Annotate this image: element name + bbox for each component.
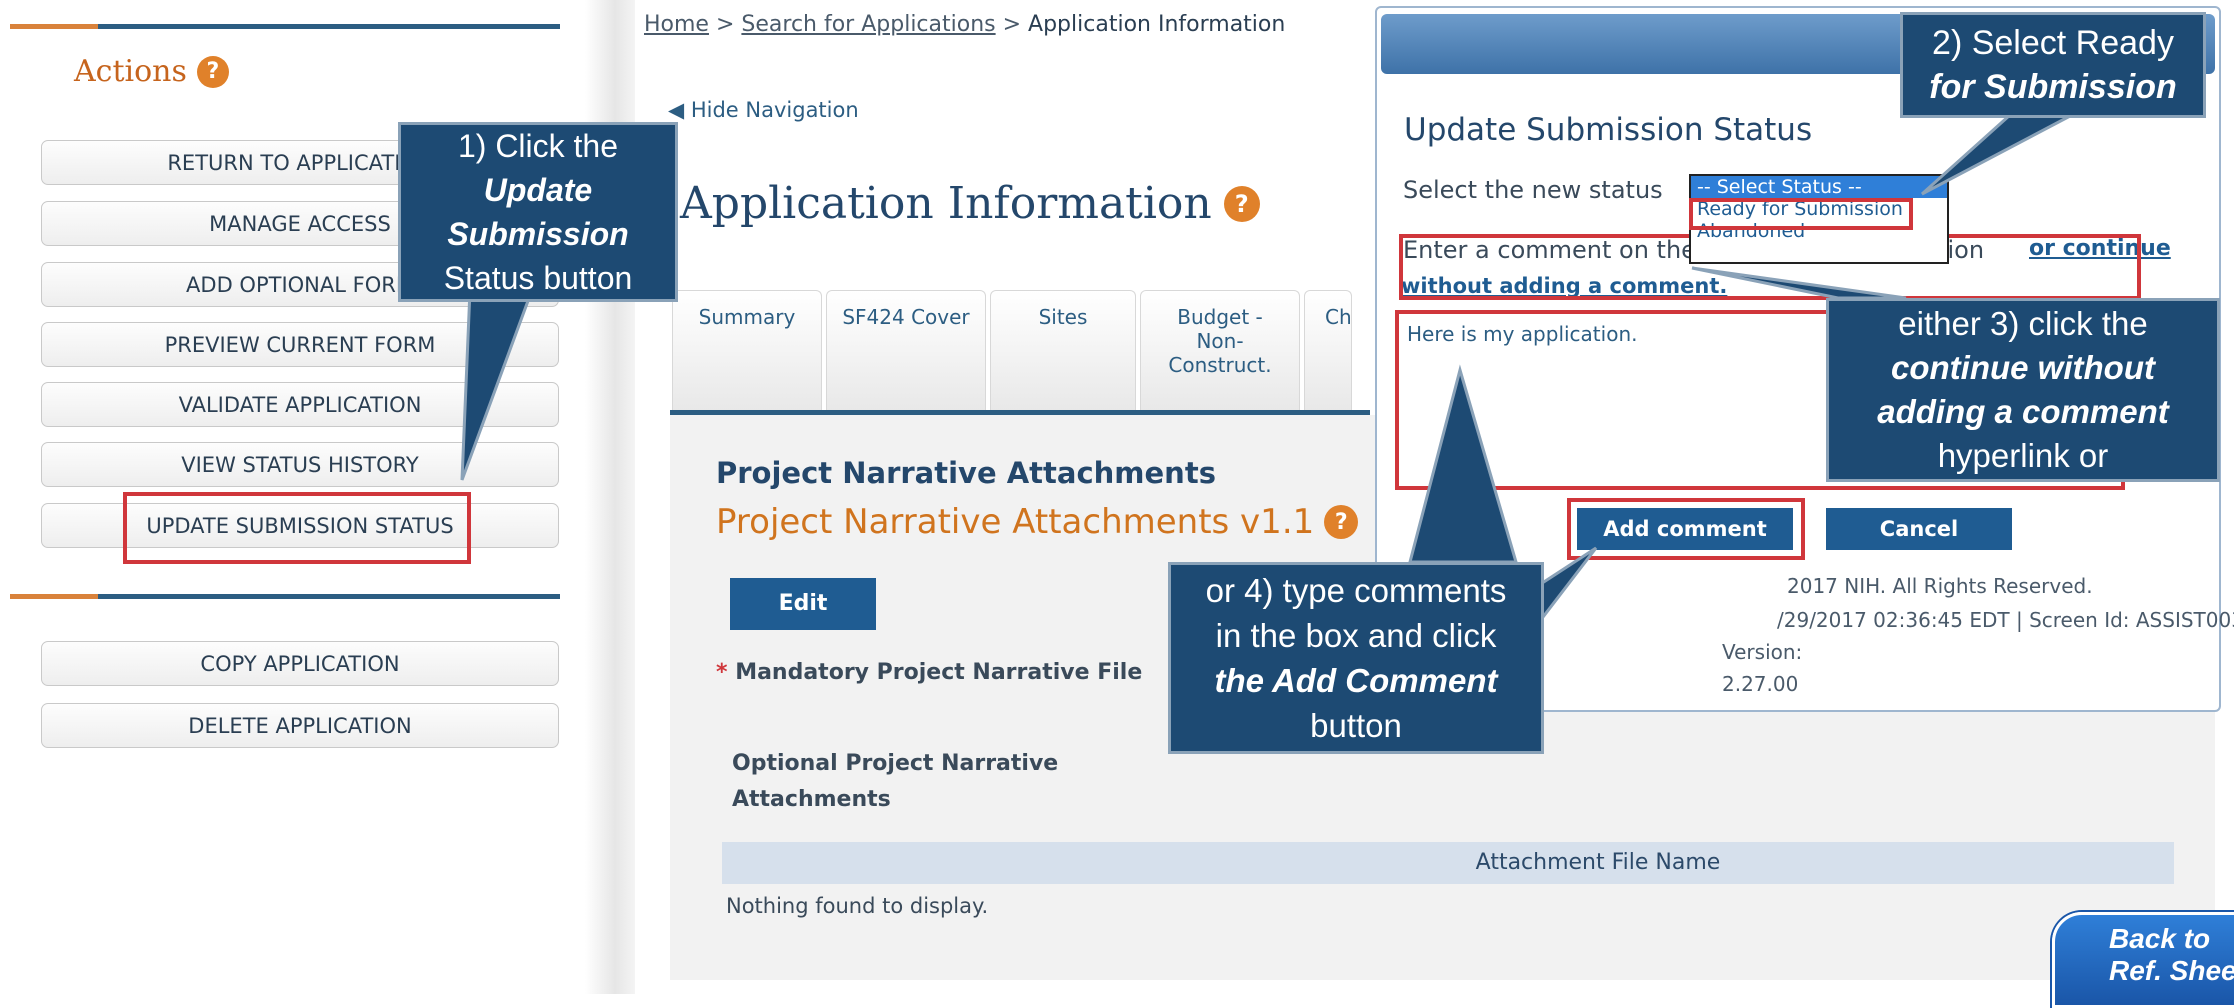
tab-budget-non-construct[interactable]: Budget - Non-Construct. [1140, 290, 1300, 412]
optional-label: Optional Project Narrative Attachments [732, 746, 1058, 818]
status-option-abandoned[interactable]: Abandoned [1691, 220, 1947, 242]
continue-without-comment-link[interactable]: or continue [2029, 236, 2171, 261]
mandatory-label: * Mandatory Project Narrative File [716, 660, 1142, 685]
copy-application-button[interactable]: COPY APPLICATION [41, 641, 559, 686]
footer-version-label: Version: [1722, 640, 1803, 664]
hide-navigation-label: Hide Navigation [690, 98, 859, 122]
caret-left-icon: ◀ [668, 98, 685, 122]
status-label: Select the new status [1403, 176, 1663, 204]
callout-line: continue without [1891, 349, 2155, 386]
optional-label-line2: Attachments [732, 787, 891, 812]
page-title-text: Application Information [680, 178, 1212, 229]
cancel-button[interactable]: Cancel [1826, 508, 2012, 550]
help-icon[interactable]: ? [1324, 505, 1359, 539]
actions-middle-rule [10, 594, 560, 599]
help-icon[interactable]: ? [1223, 185, 1260, 222]
callout-line: button [1310, 707, 1402, 744]
footer-copyright: 2017 NIH. All Rights Reserved. [1787, 574, 2093, 598]
callout-line: adding a comment [1877, 393, 2169, 430]
view-status-history-button[interactable]: VIEW STATUS HISTORY [41, 442, 559, 487]
breadcrumb: Home > Search for Applications > Applica… [644, 12, 1285, 37]
breadcrumb-search-link[interactable]: Search for Applications [741, 12, 995, 37]
callout-step-4: or 4) type comments in the box and click… [1168, 562, 1544, 754]
status-option-ready[interactable]: Ready for Submission [1691, 198, 1947, 220]
callout-line: Update [483, 172, 593, 208]
callout-line: or 4) type comments [1205, 572, 1507, 609]
help-icon[interactable]: ? [196, 55, 229, 88]
callout-line: in the box and click [1215, 617, 1497, 654]
callout-line: the Add Comment [1214, 662, 1498, 699]
callout-line: hyperlink or [1937, 437, 2109, 474]
callout-step-1: 1) Click the Update Submission Status bu… [398, 122, 678, 302]
mandatory-label-text: Mandatory Project Narrative File [735, 660, 1143, 685]
optional-label-line1: Optional Project Narrative [732, 751, 1059, 776]
tab-sites[interactable]: Sites [990, 290, 1136, 412]
dialog-title: Update Submission Status [1404, 112, 1813, 148]
callout-line: either 3) click the [1898, 305, 2148, 342]
status-option[interactable]: -- Select Status -- [1691, 176, 1947, 198]
section-subtitle: Project Narrative Attachments v1.1 ? [716, 502, 1359, 542]
actions-top-rule [10, 24, 560, 29]
tab-ch[interactable]: Ch [1304, 290, 1352, 412]
breadcrumb-home-link[interactable]: Home [644, 12, 709, 37]
add-comment-button[interactable]: Add comment [1577, 508, 1793, 550]
required-star: * [716, 660, 728, 685]
callout-line: Submission [447, 216, 629, 252]
continue-without-comment-link[interactable]: without adding a comment. [1401, 274, 1727, 298]
edit-button[interactable]: Edit [730, 578, 876, 630]
tab-summary[interactable]: Summary [672, 290, 822, 412]
callout-line: 2) Select Ready [1932, 24, 2174, 62]
form-tabs: Summary SF424 Cover Sites Budget - Non-C… [672, 290, 1352, 412]
update-submission-status-button[interactable]: UPDATE SUBMISSION STATUS [41, 503, 559, 548]
breadcrumb-current: Application Information [1028, 12, 1286, 37]
section-title: Project Narrative Attachments [716, 456, 1216, 490]
footer-version: 2.27.00 [1722, 672, 1799, 696]
breadcrumb-separator: > [715, 12, 735, 37]
actions-heading: Actions ? [74, 54, 229, 89]
validate-application-button[interactable]: VALIDATE APPLICATION [41, 382, 559, 427]
hide-navigation-link[interactable]: ◀ Hide Navigation [668, 98, 859, 122]
callout-line: for Submission [1929, 68, 2177, 106]
empty-table-message: Nothing found to display. [726, 894, 989, 918]
section-subtitle-text: Project Narrative Attachments v1.1 [716, 502, 1315, 542]
back-button-line1: Back to [2109, 923, 2211, 954]
back-button-line2: Ref. Sheet [2109, 955, 2234, 986]
delete-application-button[interactable]: DELETE APPLICATION [41, 703, 559, 748]
actions-title: Actions [74, 54, 187, 89]
footer-timestamp: /29/2017 02:36:45 EDT | Screen Id: ASSIS… [1777, 608, 2234, 632]
comment-label: Enter a comment on the [1403, 236, 1696, 264]
callout-step-3: either 3) click the continue without add… [1826, 298, 2220, 482]
callout-line: 1) Click the [457, 128, 619, 164]
breadcrumb-separator: > [1002, 12, 1022, 37]
page-title: Application Information ? [680, 178, 1260, 229]
callout-step-2: 2) Select Ready for Submission [1900, 12, 2206, 118]
preview-current-form-button[interactable]: PREVIEW CURRENT FORM [41, 322, 559, 367]
callout-line: Status button [443, 260, 633, 296]
status-select[interactable]: -- Select Status -- Ready for Submission… [1689, 174, 1949, 264]
tab-sf424-cover[interactable]: SF424 Cover [826, 290, 986, 412]
attachment-table-header: Attachment File Name [722, 842, 2174, 884]
